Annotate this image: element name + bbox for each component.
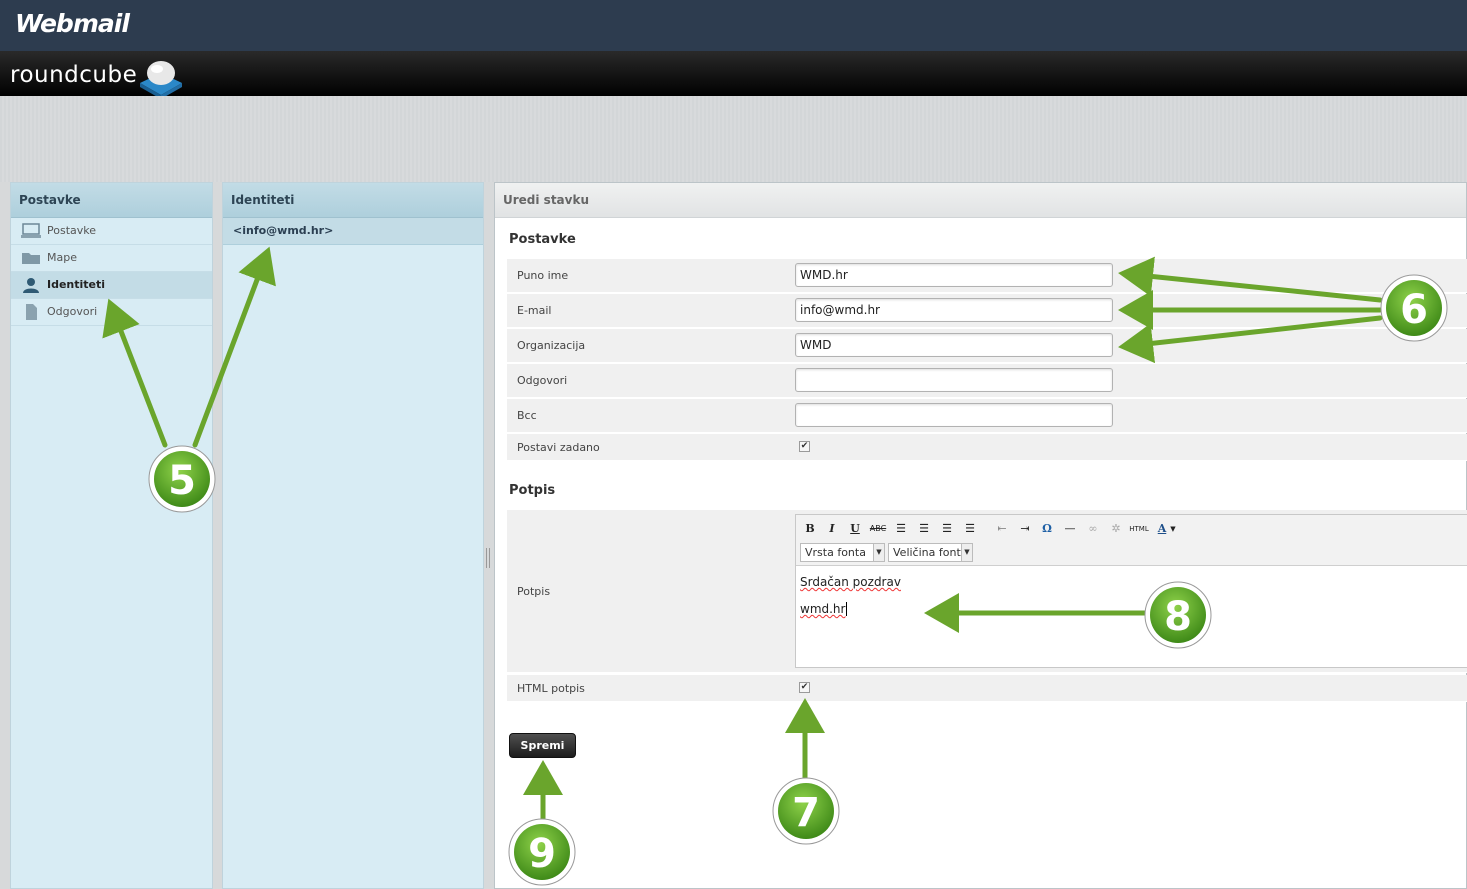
sidebar-item-label: Mape — [47, 251, 77, 264]
organization-label: Organizacija — [517, 339, 586, 352]
set-default-label: Postavi zadano — [517, 441, 600, 454]
sidebar-item-mape[interactable]: Mape — [11, 245, 212, 272]
user-icon — [21, 277, 41, 293]
html-signature-checkbox[interactable]: ✔ — [799, 682, 810, 693]
field-row-reply-to: Odgovori — [507, 364, 1467, 398]
field-row-bcc: Bcc — [507, 399, 1467, 433]
chevron-down-icon: ▼ — [873, 544, 884, 561]
field-row-organization: Organizacija — [507, 329, 1467, 363]
save-button[interactable]: Spremi — [509, 733, 576, 758]
settings-nav-title: Postavke — [11, 183, 212, 218]
field-row-full-name: Puno ime — [507, 259, 1467, 293]
align-center-icon[interactable]: ☰ — [914, 519, 934, 539]
settings-nav-panel: Postavke Postavke Mape Identiteti Odgovo… — [10, 182, 213, 889]
reply-to-label: Odgovori — [517, 374, 568, 387]
roundcube-logo-icon — [136, 55, 186, 99]
signature-section-title: Potpis — [509, 483, 556, 498]
signature-content[interactable]: Srdačan pozdrav wmd.hr — [796, 566, 1467, 626]
signature-label: Potpis — [517, 585, 551, 598]
roundcube-logo-text: roundcube — [10, 62, 138, 88]
font-family-select-value: Vrsta fonta — [805, 546, 866, 559]
unlink-icon[interactable]: ✲ — [1106, 519, 1126, 539]
sidebar-item-odgovori[interactable]: Odgovori — [11, 299, 212, 326]
full-name-input[interactable] — [795, 263, 1113, 287]
signature-line: Srdačan pozdrav — [800, 575, 901, 589]
sidebar-item-postavke[interactable]: Postavke — [11, 218, 212, 245]
app-header: roundcube — [0, 51, 1467, 99]
field-row-signature: Potpis B I U ABC ☰ ☰ ☰ ☰ ⇤ ⇥ Ω — ∞ ✲ HTM… — [507, 510, 1467, 673]
computer-icon — [21, 223, 41, 239]
font-family-select[interactable]: Vrsta fonta ▼ — [800, 543, 885, 562]
webmail-brand: Webmail — [15, 9, 130, 38]
signature-line: wmd.hr — [800, 602, 848, 616]
bcc-label: Bcc — [517, 409, 537, 422]
html-source-icon[interactable]: HTML — [1129, 519, 1149, 539]
set-default-checkbox[interactable]: ✔ — [799, 441, 810, 452]
align-justify-icon[interactable]: ☰ — [960, 519, 980, 539]
field-row-default: Postavi zadano ✔ — [507, 434, 1467, 461]
full-name-label: Puno ime — [517, 269, 569, 282]
font-size-select-value: Veličina fonta — [893, 546, 968, 559]
italic-button[interactable]: I — [822, 519, 842, 539]
identity-item[interactable]: <info@wmd.hr> — [223, 218, 483, 245]
signature-editor: B I U ABC ☰ ☰ ☰ ☰ ⇤ ⇥ Ω — ∞ ✲ HTML A ▼ V… — [795, 514, 1467, 668]
sidebar-item-label: Identiteti — [47, 278, 106, 291]
sidebar-item-label: Odgovori — [47, 305, 98, 318]
header-band — [0, 96, 1467, 182]
link-icon[interactable]: ∞ — [1083, 519, 1103, 539]
bcc-input[interactable] — [795, 403, 1113, 427]
indent-icon[interactable]: ⇥ — [1015, 519, 1035, 539]
folder-icon — [21, 250, 41, 266]
sidebar-item-identiteti[interactable]: Identiteti — [11, 272, 212, 299]
identities-panel: Identiteti <info@wmd.hr> — [222, 182, 484, 889]
field-row-email: E-mail — [507, 294, 1467, 328]
font-size-select[interactable]: Veličina fonta ▼ — [888, 543, 973, 562]
settings-section-title: Postavke — [509, 232, 576, 247]
underline-button[interactable]: U — [845, 519, 865, 539]
chevron-down-icon[interactable]: ▼ — [1168, 519, 1178, 539]
top-bar: Webmail — [0, 0, 1467, 51]
email-input[interactable] — [795, 298, 1113, 322]
strikethrough-button[interactable]: ABC — [868, 519, 888, 539]
email-label: E-mail — [517, 304, 552, 317]
organization-input[interactable] — [795, 333, 1113, 357]
chevron-down-icon: ▼ — [961, 544, 972, 561]
document-icon — [21, 304, 41, 320]
sidebar-item-label: Postavke — [47, 224, 97, 237]
outdent-icon[interactable]: ⇤ — [992, 519, 1012, 539]
editor-toolbar: B I U ABC ☰ ☰ ☰ ☰ ⇤ ⇥ Ω — ∞ ✲ HTML A ▼ V… — [796, 515, 1467, 566]
edit-panel-title: Uredi stavku — [495, 183, 1466, 218]
bold-button[interactable]: B — [800, 519, 820, 539]
panel-splitter[interactable] — [486, 548, 490, 568]
align-right-icon[interactable]: ☰ — [937, 519, 957, 539]
reply-to-input[interactable] — [795, 368, 1113, 392]
special-char-icon[interactable]: Ω — [1037, 519, 1057, 539]
horizontal-rule-icon[interactable]: — — [1060, 519, 1080, 539]
field-row-html-signature: HTML potpis ✔ — [507, 675, 1467, 702]
identities-title: Identiteti — [223, 183, 483, 218]
edit-panel: Uredi stavku Postavke Puno ime E-mail Or… — [494, 182, 1467, 889]
align-left-icon[interactable]: ☰ — [891, 519, 911, 539]
html-signature-label: HTML potpis — [517, 682, 585, 695]
